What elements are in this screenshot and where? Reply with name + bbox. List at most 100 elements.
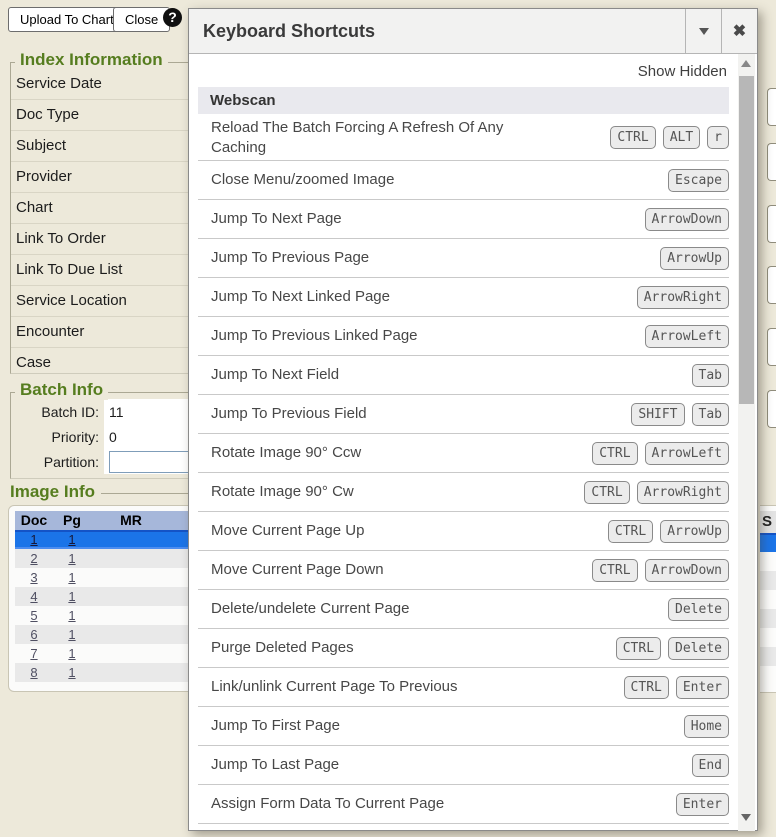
key-badge: ALT xyxy=(663,126,700,149)
key-badge: Enter xyxy=(676,793,729,816)
index-field-label: Service Location xyxy=(16,292,127,309)
scrollbar-thumb[interactable] xyxy=(739,76,754,404)
dialog-close-button[interactable]: ✖ xyxy=(721,9,757,53)
shortcut-keys: Enter xyxy=(669,793,729,816)
scroll-up-icon[interactable] xyxy=(741,60,751,67)
dialog-title: Keyboard Shortcuts xyxy=(189,9,685,53)
shortcut-keys: CTRLArrowUp xyxy=(601,520,729,543)
section-header-webscan: Webscan xyxy=(198,87,729,114)
partition-label: Partition: xyxy=(11,454,104,470)
key-badge: ArrowRight xyxy=(637,286,729,309)
key-badge: ArrowLeft xyxy=(645,442,729,465)
doc-link[interactable]: 7 xyxy=(30,646,37,661)
shortcut-keys: CTRLArrowDown xyxy=(585,559,729,582)
shortcut-action: Purge Deleted Pages xyxy=(211,638,364,658)
index-field-label: Chart xyxy=(16,199,53,216)
close-button[interactable]: Close xyxy=(113,7,170,32)
key-badge: End xyxy=(692,754,729,777)
index-field-label: Provider xyxy=(16,168,72,185)
batch-id-label: Batch ID: xyxy=(11,404,104,420)
right-table-sliver: S xyxy=(760,505,776,693)
index-field-label: Link To Due List xyxy=(16,261,122,278)
index-field-label: Encounter xyxy=(16,323,84,340)
shortcut-action: Delete/undelete Current Page xyxy=(211,599,419,619)
key-badge: CTRL xyxy=(608,520,653,543)
key-badge: CTRL xyxy=(616,637,661,660)
mr-cell xyxy=(91,587,171,606)
scroll-down-icon[interactable] xyxy=(741,814,751,821)
key-badge: Tab xyxy=(692,364,729,387)
pg-link[interactable]: 1 xyxy=(68,532,75,547)
shortcut-list: Reload The Batch Forcing A Refresh Of An… xyxy=(198,115,729,824)
doc-link[interactable]: 3 xyxy=(30,570,37,585)
shortcut-row: Rotate Image 90° Cw CTRL ArrowRight xyxy=(198,473,729,512)
shortcut-keys: CTRLALTr xyxy=(603,126,729,149)
shortcut-action: Move Current Page Down xyxy=(211,560,394,580)
right-table-header: S xyxy=(760,511,776,533)
doc-link[interactable]: 2 xyxy=(30,551,37,566)
dialog-scrollbar[interactable] xyxy=(738,54,755,831)
shortcut-row: Move Current Page Up CTRLArrowUp xyxy=(198,512,729,551)
shortcut-keys: SHIFTTab xyxy=(624,403,729,426)
doc-link[interactable]: 4 xyxy=(30,589,37,604)
shortcut-action: Link/unlink Current Page To Previous xyxy=(211,677,468,697)
key-badge: ArrowDown xyxy=(645,559,729,582)
mr-cell xyxy=(91,568,171,587)
doc-link[interactable]: 6 xyxy=(30,627,37,642)
field-input-sliver[interactable] xyxy=(767,205,776,243)
help-icon[interactable]: ? xyxy=(163,8,182,27)
right-table-selected-row xyxy=(760,533,776,552)
pg-link[interactable]: 1 xyxy=(68,551,75,566)
field-input-sliver[interactable] xyxy=(767,328,776,366)
pg-link[interactable]: 1 xyxy=(68,589,75,604)
shortcut-action: Jump To First Page xyxy=(211,716,350,736)
index-information-title: Index Information xyxy=(15,50,168,70)
shortcut-keys: Delete xyxy=(661,598,729,621)
pg-link[interactable]: 1 xyxy=(68,627,75,642)
doc-link[interactable]: 5 xyxy=(30,608,37,623)
shortcut-row: Assign Form Data To Current Page Enter xyxy=(198,785,729,824)
pg-link[interactable]: 1 xyxy=(68,608,75,623)
shortcut-action: Rotate Image 90° Ccw xyxy=(211,443,371,463)
keyboard-shortcuts-dialog: Keyboard Shortcuts ✖ Show Hidden Webscan… xyxy=(188,8,758,831)
field-input-sliver[interactable] xyxy=(767,266,776,304)
index-field-label: Case xyxy=(16,354,51,371)
shortcut-action: Rotate Image 90° Cw xyxy=(211,482,364,502)
key-badge: CTRL xyxy=(584,481,629,504)
shortcut-action: Jump To Next Page xyxy=(211,209,352,229)
shortcut-action: Assign Form Data To Current Page xyxy=(211,794,454,814)
upload-to-chart-button[interactable]: Upload To Chart xyxy=(8,7,126,32)
shortcut-action: Close Menu/zoomed Image xyxy=(211,170,404,190)
mr-cell xyxy=(91,625,171,644)
pg-link[interactable]: 1 xyxy=(68,570,75,585)
shortcut-action: Move Current Page Up xyxy=(211,521,374,541)
key-badge: ArrowRight xyxy=(637,481,729,504)
doc-link[interactable]: 1 xyxy=(30,532,37,547)
doc-link[interactable]: 8 xyxy=(30,665,37,680)
key-badge: Home xyxy=(684,715,729,738)
shortcut-action: Jump To Previous Linked Page xyxy=(211,326,428,346)
key-badge: Delete xyxy=(668,598,729,621)
field-input-sliver[interactable] xyxy=(767,88,776,126)
key-badge: Enter xyxy=(676,676,729,699)
index-field-label: Service Date xyxy=(16,75,102,92)
dialog-titlebar: Keyboard Shortcuts ✖ xyxy=(189,9,757,54)
shortcut-action: Jump To Next Linked Page xyxy=(211,287,400,307)
dialog-body: Show Hidden Webscan Reload The Batch For… xyxy=(189,54,757,831)
pg-link[interactable]: 1 xyxy=(68,646,75,661)
mr-cell xyxy=(91,549,171,568)
shortcut-row: Jump To Next Field Tab xyxy=(198,356,729,395)
shortcut-keys: CTRLEnter xyxy=(617,676,729,699)
field-input-sliver[interactable] xyxy=(767,143,776,181)
shortcut-keys: ArrowDown xyxy=(638,208,729,231)
shortcut-row: Jump To Last Page End xyxy=(198,746,729,785)
shortcut-row: Jump To Next Linked Page ArrowRight xyxy=(198,278,729,317)
field-input-sliver[interactable] xyxy=(767,390,776,428)
show-hidden-link[interactable]: Show Hidden xyxy=(198,54,729,87)
index-field-label: Subject xyxy=(16,137,66,154)
shortcut-keys: Tab xyxy=(685,364,729,387)
collapse-button[interactable] xyxy=(685,9,721,53)
mr-cell xyxy=(91,663,171,682)
key-badge: r xyxy=(707,126,729,149)
pg-link[interactable]: 1 xyxy=(68,665,75,680)
